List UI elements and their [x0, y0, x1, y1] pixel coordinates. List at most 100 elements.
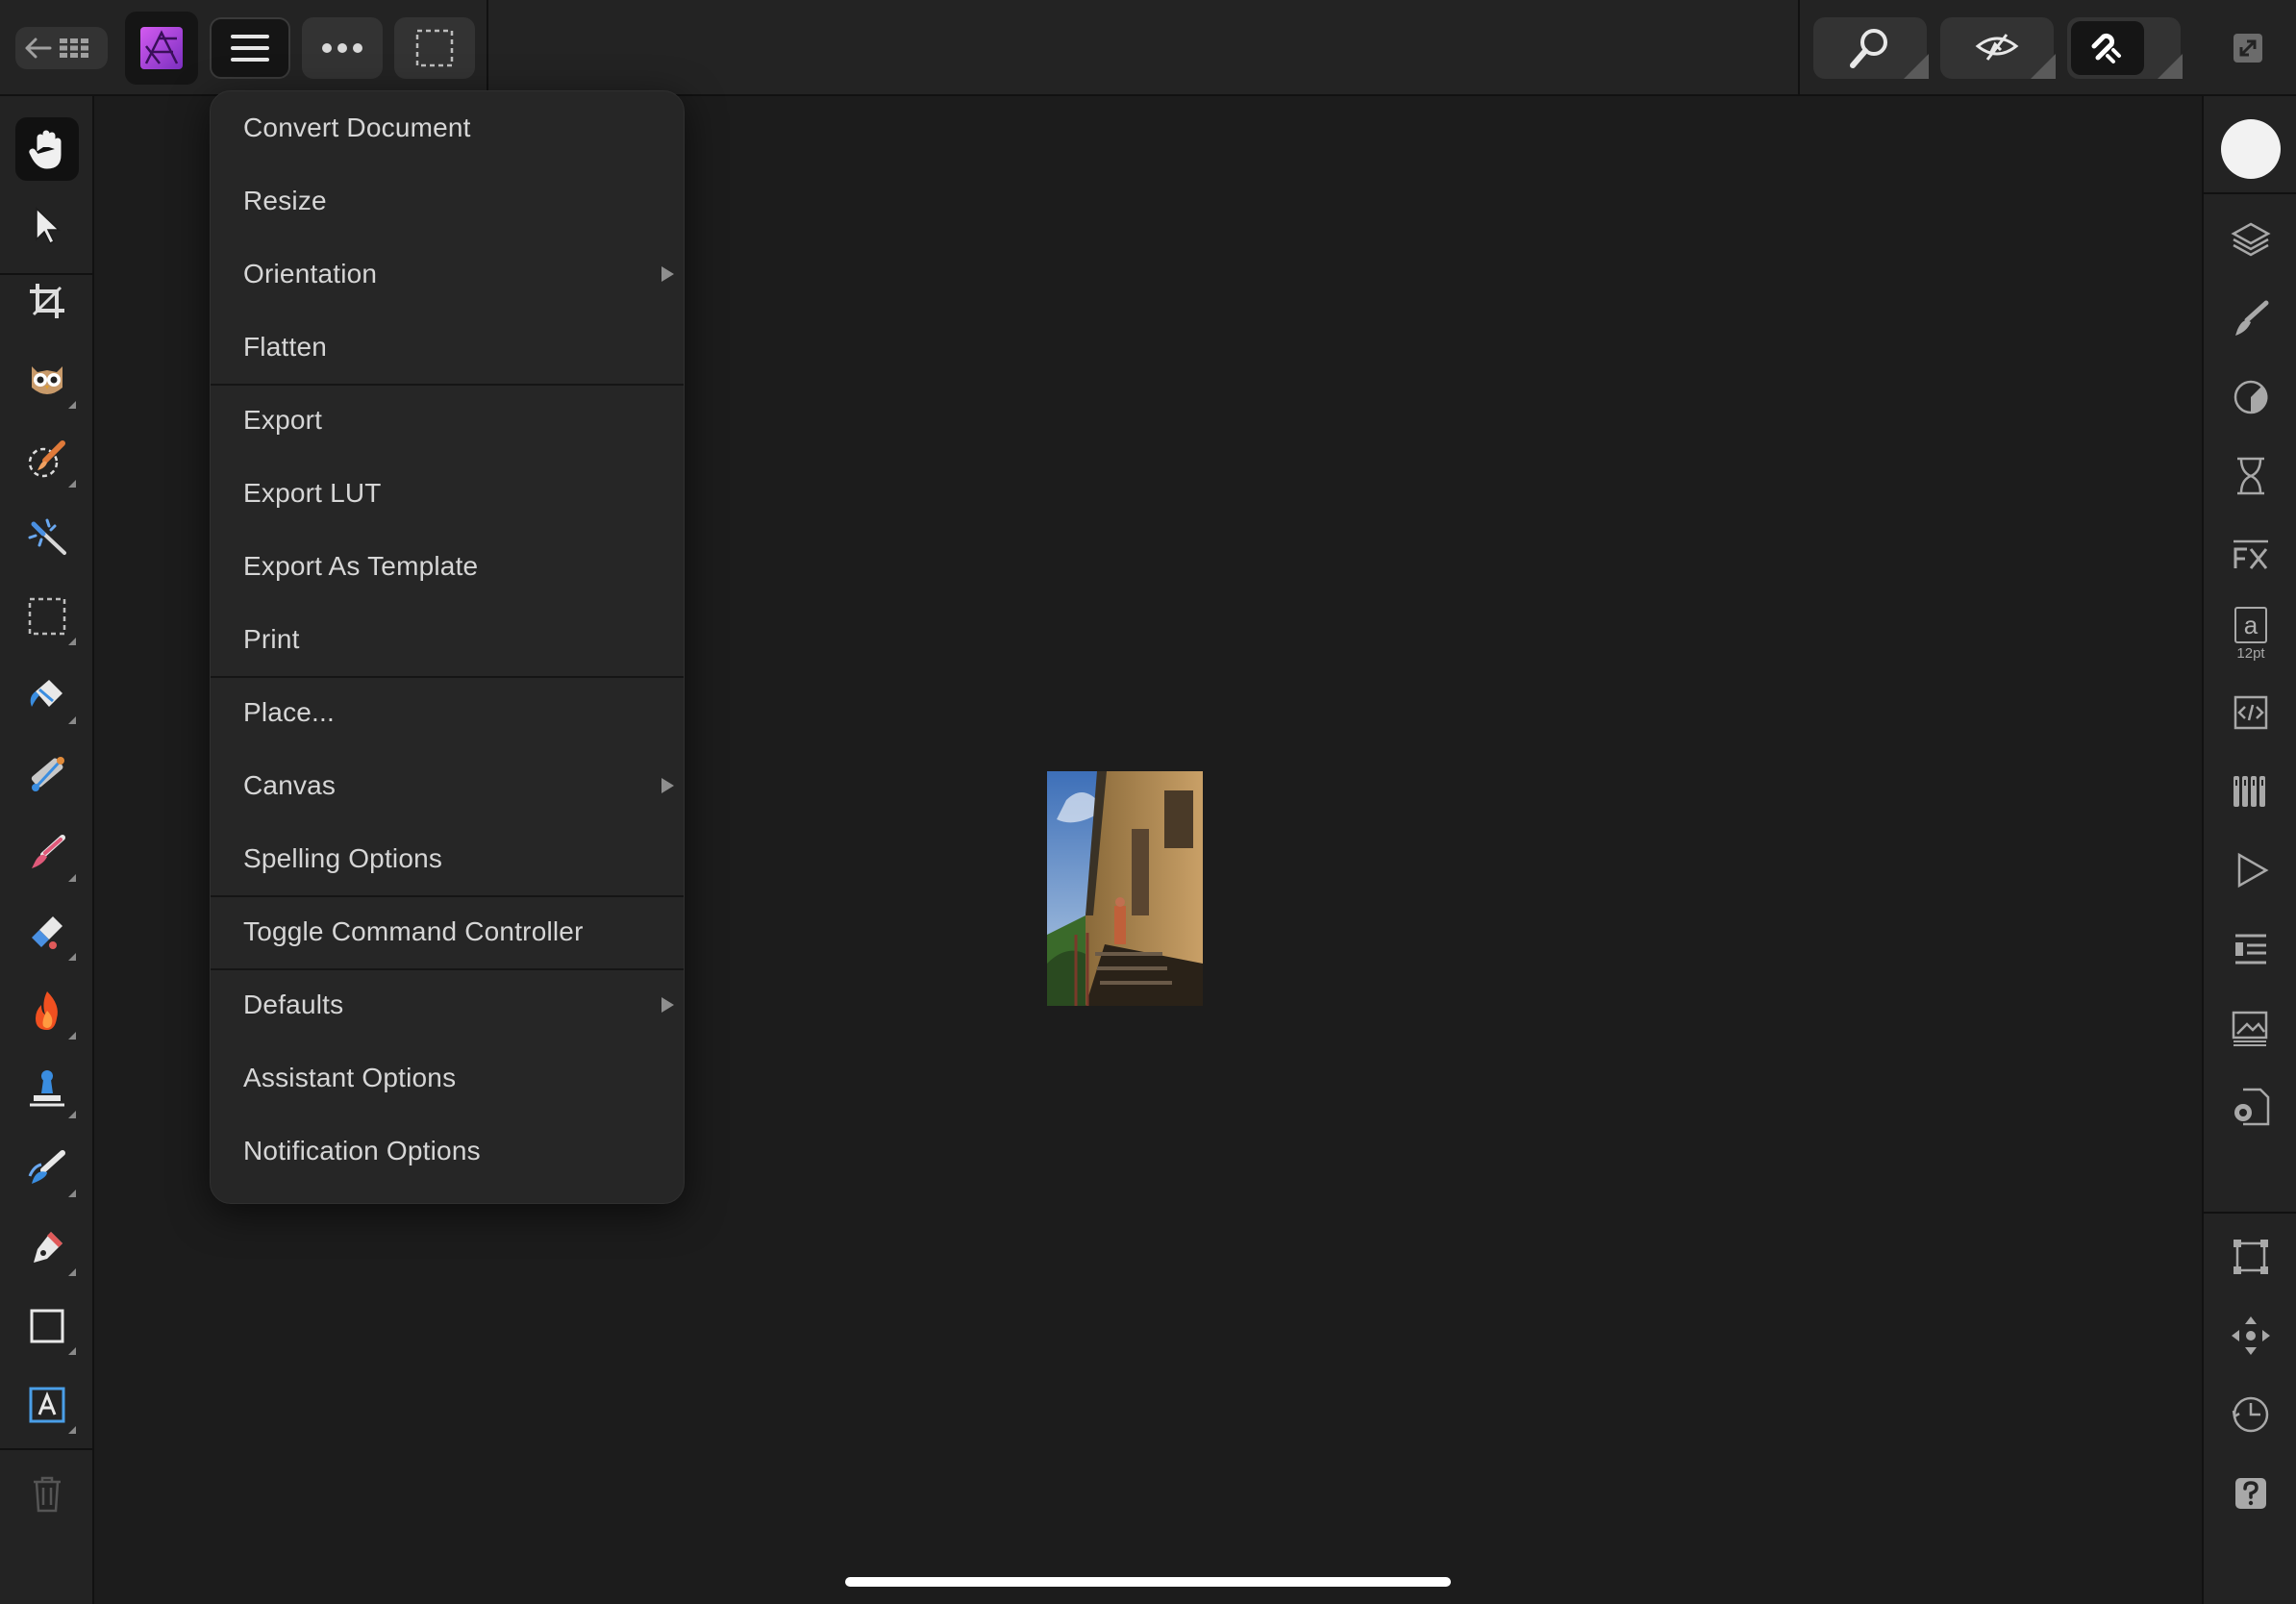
list-settings-icon: [2235, 934, 2266, 965]
history-studio-button[interactable]: [2221, 446, 2281, 506]
menu-item-label: Orientation: [243, 259, 378, 288]
delete-button[interactable]: [15, 1462, 79, 1525]
dropdown-corner: [1904, 54, 1929, 79]
document-menu-button[interactable]: [210, 17, 290, 79]
home-indicator[interactable]: [845, 1577, 1451, 1587]
rectangle-marquee-icon: [28, 597, 66, 636]
menu-item-assistant-options[interactable]: Assistant Options: [211, 1041, 684, 1115]
selection-brush-tool-button[interactable]: [15, 427, 79, 490]
document-image[interactable]: [1047, 771, 1203, 1006]
menu-item-place[interactable]: Place...: [211, 676, 684, 749]
move-nudge-button[interactable]: [2221, 1306, 2281, 1366]
menu-item-label: Convert Document: [243, 113, 471, 142]
flood-fill-tool-button[interactable]: [15, 664, 79, 727]
clone-brush-tool-button[interactable]: [15, 1058, 79, 1121]
crop-tool-button[interactable]: [15, 269, 79, 333]
menu-item-label: Notification Options: [243, 1136, 481, 1165]
flood-select-tool-button[interactable]: [15, 506, 79, 569]
more-options-button[interactable]: [302, 17, 383, 79]
navigator-studio-button[interactable]: [2221, 840, 2281, 900]
menu-item-notification-options[interactable]: Notification Options: [211, 1115, 684, 1188]
effects-studio-button[interactable]: [2221, 525, 2281, 585]
swatches-icon: [2234, 776, 2265, 807]
menu-item-export[interactable]: Export: [211, 384, 684, 457]
tools-panel: [0, 96, 94, 1604]
submenu-arrow-icon: [661, 778, 674, 793]
eraser-icon: [32, 916, 62, 949]
menu-item-orientation[interactable]: Orientation: [211, 238, 684, 311]
menu-item-flatten[interactable]: Flatten: [211, 311, 684, 384]
channels-studio-button[interactable]: [2221, 919, 2281, 979]
smudge-brush-tool-button[interactable]: [15, 1137, 79, 1200]
menu-item-label: Toggle Command Controller: [243, 916, 584, 946]
help-question-icon: [2235, 1478, 2266, 1509]
pen-tool-button[interactable]: [15, 1216, 79, 1279]
image-stack-icon: [2232, 1011, 2268, 1046]
brushes-studio-button[interactable]: [2221, 288, 2281, 348]
view-mode-button[interactable]: [1940, 17, 2056, 79]
text-styles-studio-button[interactable]: a 12pt: [2221, 604, 2281, 664]
history-scrubber-button[interactable]: [2221, 1385, 2281, 1444]
menu-item-label: Export: [243, 405, 323, 435]
gradient-tool-button[interactable]: [15, 742, 79, 806]
menu-item-convert-document[interactable]: Convert Document: [211, 91, 684, 164]
view-tool-button[interactable]: [15, 117, 79, 181]
trash-icon: [34, 1476, 61, 1513]
marquee-selection-icon: [415, 29, 454, 67]
selection-button[interactable]: [394, 17, 475, 79]
help-button[interactable]: [2221, 1464, 2281, 1523]
macro-studio-button[interactable]: [2221, 683, 2281, 742]
document-menu: Convert Document Resize Orientation Flat…: [210, 90, 685, 1204]
document-settings-button[interactable]: [2221, 1077, 2281, 1137]
swatches-studio-button[interactable]: [2221, 762, 2281, 821]
menu-item-canvas[interactable]: Canvas: [211, 749, 684, 822]
menu-item-label: Place...: [243, 697, 335, 727]
persona-button[interactable]: [125, 12, 198, 85]
studio-divider: [2204, 192, 2296, 194]
burn-brush-tool-button[interactable]: [15, 979, 79, 1042]
studio-divider: [2204, 1212, 2296, 1214]
hamburger-menu-icon: [231, 35, 269, 62]
layers-studio-button[interactable]: [2221, 210, 2281, 269]
stock-studio-button[interactable]: [2221, 998, 2281, 1058]
menu-item-label: Spelling Options: [243, 843, 443, 873]
color-swatch-button[interactable]: [2221, 119, 2281, 179]
rectangle-tool-button[interactable]: [15, 1294, 79, 1358]
menu-item-spelling-options[interactable]: Spelling Options: [211, 822, 684, 895]
menu-item-label: Flatten: [243, 332, 327, 362]
paint-brush-tool-button[interactable]: [15, 821, 79, 885]
zoom-icon: [1850, 29, 1887, 68]
snapping-button[interactable]: [2067, 17, 2183, 79]
menu-item-toggle-command-controller[interactable]: Toggle Command Controller: [211, 895, 684, 968]
brush-icon: [2235, 300, 2269, 336]
back-to-documents-button[interactable]: [15, 27, 108, 69]
erase-brush-tool-button[interactable]: [15, 900, 79, 964]
menu-item-export-as-template[interactable]: Export As Template: [211, 530, 684, 603]
clock-history-icon: [2232, 1396, 2269, 1433]
pen-nib-icon: [34, 1232, 62, 1263]
color-swatch: [2221, 119, 2281, 179]
adjustments-studio-button[interactable]: [2221, 367, 2281, 427]
tool-flyout-corner: [68, 1347, 76, 1355]
menu-item-export-lut[interactable]: Export LUT: [211, 457, 684, 530]
affinity-photo-app: Convert Document Resize Orientation Flat…: [0, 0, 2296, 1604]
tool-flyout-corner: [68, 1190, 76, 1197]
transform-studio-button[interactable]: [2221, 1227, 2281, 1287]
submenu-arrow-icon: [661, 997, 674, 1013]
text-tool-button[interactable]: [15, 1373, 79, 1437]
menu-item-resize[interactable]: Resize: [211, 164, 684, 238]
zoom-button[interactable]: [1813, 17, 1929, 79]
marquee-tool-button[interactable]: [15, 585, 79, 648]
snapping-magnet-icon: [2091, 33, 2121, 63]
red-eye-tool-button[interactable]: [15, 348, 79, 412]
tool-flyout-corner: [68, 953, 76, 961]
tool-flyout-corner: [68, 716, 76, 724]
menu-item-defaults[interactable]: Defaults: [211, 968, 684, 1041]
move-tool-button[interactable]: [15, 194, 79, 258]
rectangle-shape-icon: [30, 1309, 64, 1343]
fullscreen-button[interactable]: [2223, 17, 2273, 79]
tool-flyout-corner: [68, 638, 76, 645]
menu-item-label: Assistant Options: [243, 1063, 457, 1092]
gradient-icon: [31, 757, 64, 791]
menu-item-print[interactable]: Print: [211, 603, 684, 676]
